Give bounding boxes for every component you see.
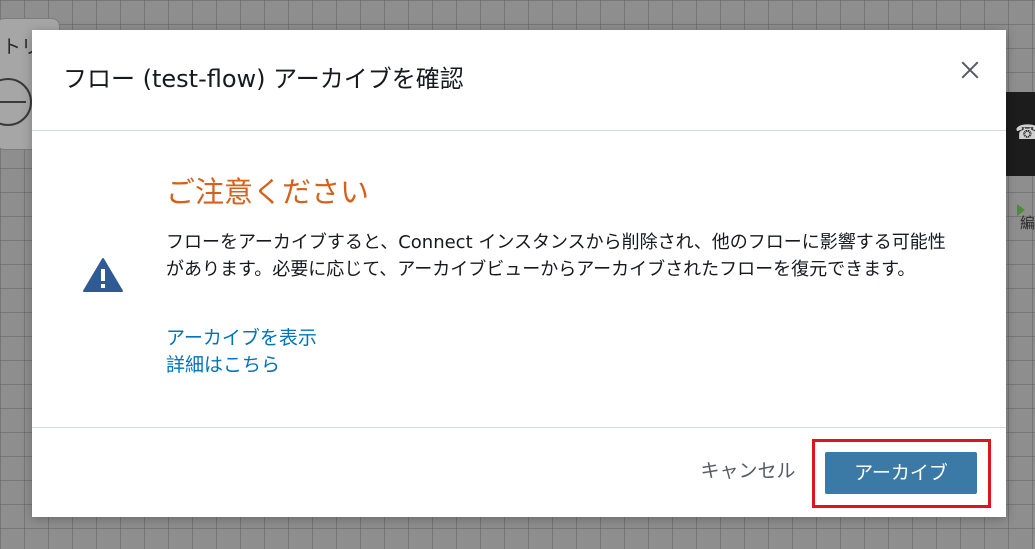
background-dark-panel: ☎ (1005, 92, 1035, 176)
dialog-title: フロー (test-flow) アーカイブを確認 (63, 65, 464, 93)
background-phone-icon: ☎ (1015, 120, 1035, 144)
warning-heading: ご注意ください (166, 175, 370, 209)
background-text-fragment: 編 (1019, 214, 1035, 232)
cancel-button[interactable]: キャンセル (688, 455, 808, 487)
view-archive-link[interactable]: アーカイブを表示 (166, 325, 317, 352)
dialog-header: フロー (test-flow) アーカイブを確認 (32, 30, 1006, 131)
learn-more-link[interactable]: 詳細はこちら (166, 352, 280, 379)
warning-message: フローをアーカイブすると、Connect インスタンスから削除され、他のフローに… (166, 232, 946, 280)
highlight-annotation (812, 439, 991, 508)
warning-triangle-icon (83, 258, 123, 292)
close-icon[interactable] (956, 56, 984, 84)
